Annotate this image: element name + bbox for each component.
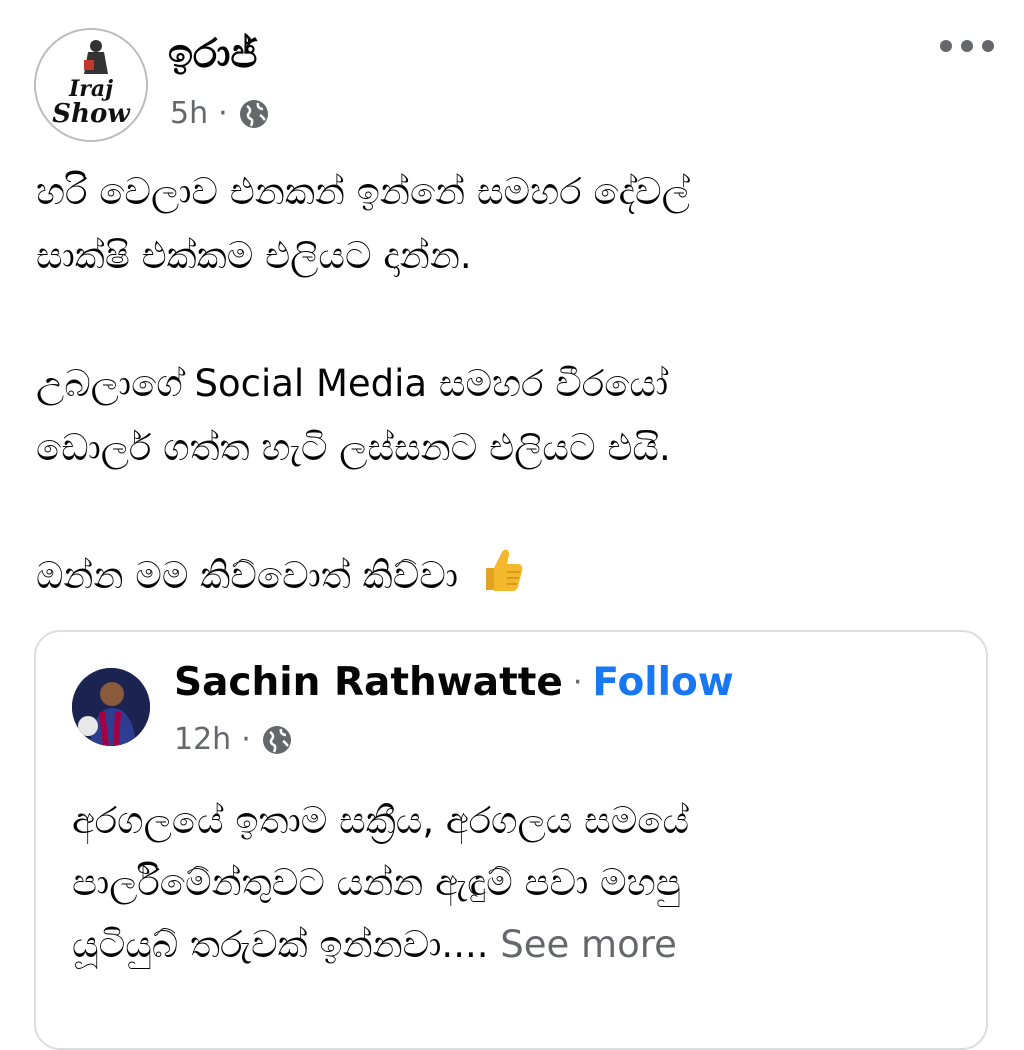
post-line: ඔන්න මම කිව්වොත් කිව්වා (36, 554, 459, 597)
post-time[interactable]: 5h (170, 96, 208, 131)
more-horizontal-icon-dot (961, 40, 973, 52)
shared-author-row: Sachin Rathwatte · Follow (174, 660, 734, 707)
post-paragraph: හරි වෙලාව එනකන් ඉන්නේ සමහර දේවල් සාක්ෂි … (36, 160, 996, 288)
meta-separator: · (218, 96, 228, 131)
follow-button[interactable]: Follow (592, 660, 733, 707)
post-line: හරි වෙලාව එනකන් ඉන්නේ සමහර දේවල් (36, 170, 690, 213)
more-horizontal-icon-dot (982, 40, 994, 52)
post-line: සාක්ෂි එක්කම එලියට දාන්න. (36, 234, 472, 277)
post-meta: 5h · (170, 96, 270, 131)
meta-separator: · (241, 722, 251, 757)
shared-post-meta: 12h · (174, 722, 293, 757)
thumbs-up-icon (485, 549, 523, 591)
globe-icon[interactable] (238, 98, 270, 130)
author-avatar[interactable]: Iraj Show (34, 28, 148, 142)
post-line: ඩොලර් ගත්ත හැටි ලස්සනට එලියට එයි. (36, 426, 671, 469)
more-options-button[interactable] (940, 40, 994, 52)
see-more-link[interactable]: See more (500, 923, 677, 966)
post-paragraph: ඔන්න මම කිව්වොත් කිව්වා (36, 544, 996, 608)
shared-post-line: යූටියුබ් තරුවක් ඉන්නවා.... (72, 923, 489, 966)
iraj-show-logo: Iraj Show (36, 30, 146, 140)
shared-post-card[interactable]: Sachin Rathwatte · Follow 12h · අරගලයේ ඉ… (34, 630, 988, 1050)
shared-avatar-image (72, 668, 150, 746)
shared-post-time[interactable]: 12h (174, 722, 231, 757)
post-line: උබලාගේ Social Media සමහර වීරයෝ (36, 362, 669, 405)
more-horizontal-icon-dot (940, 40, 952, 52)
shared-post-body: අරගලයේ ඉතාම සක්‍රීය, අරගලය සමයේ පාර්ලිමේ… (72, 790, 972, 976)
post-paragraph: උබලාගේ Social Media සමහර වීරයෝ ඩොලර් ගත්… (36, 352, 996, 480)
shared-post-line: පාර්ලිමේන්තුවට යන්න ඇඳුම් පවා මහපු (72, 861, 681, 904)
shared-author-name[interactable]: Sachin Rathwatte (174, 660, 563, 707)
svg-text:Show: Show (52, 99, 131, 129)
name-separator: · (572, 665, 583, 701)
shared-post-line: අරගලයේ ඉතාම සක්‍රීය, අරගලය සමයේ (72, 799, 690, 842)
shared-author-avatar[interactable] (72, 668, 150, 746)
post-body: හරි වෙලාව එනකන් ඉන්නේ සමහර දේවල් සාක්ෂි … (36, 160, 996, 672)
author-name[interactable]: ඉරාජ් (168, 30, 257, 78)
globe-icon[interactable] (261, 724, 293, 756)
